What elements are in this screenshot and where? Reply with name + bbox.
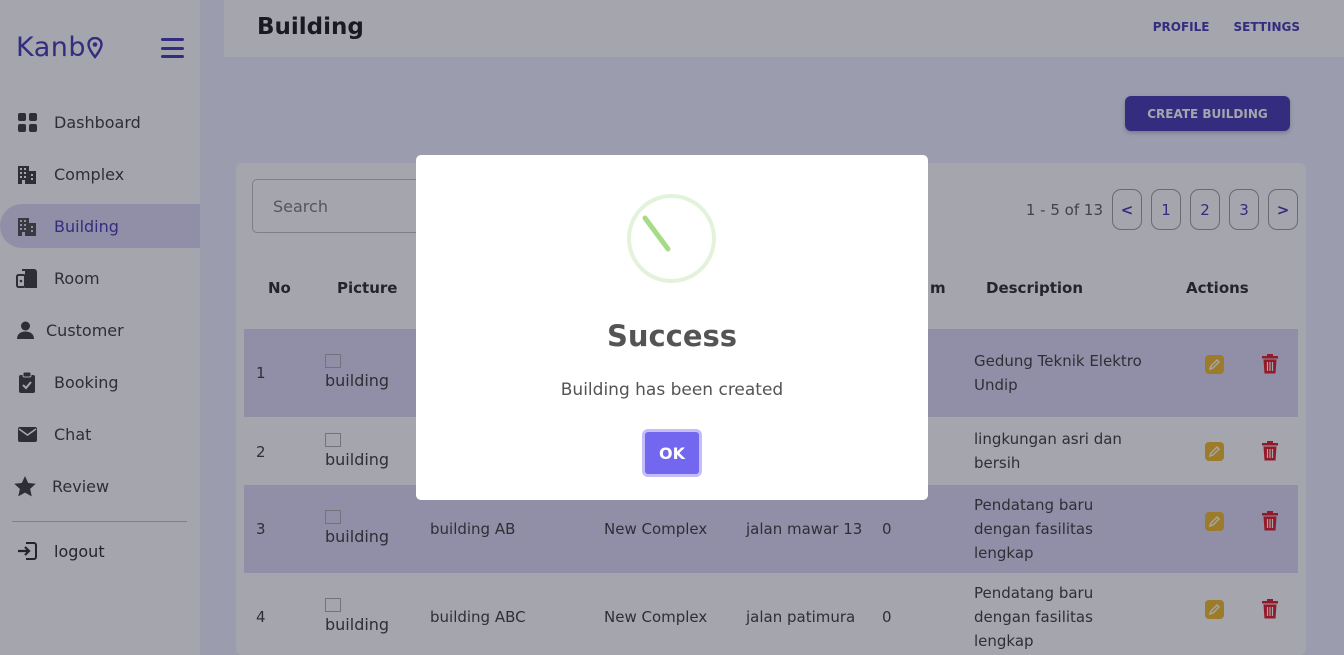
dialog-message: Building has been created (560, 380, 784, 400)
ok-button[interactable]: OK (642, 429, 702, 477)
success-dialog: Success Building has been created OK (416, 155, 928, 500)
success-check-icon (627, 194, 716, 283)
dialog-title: Success (606, 319, 738, 353)
